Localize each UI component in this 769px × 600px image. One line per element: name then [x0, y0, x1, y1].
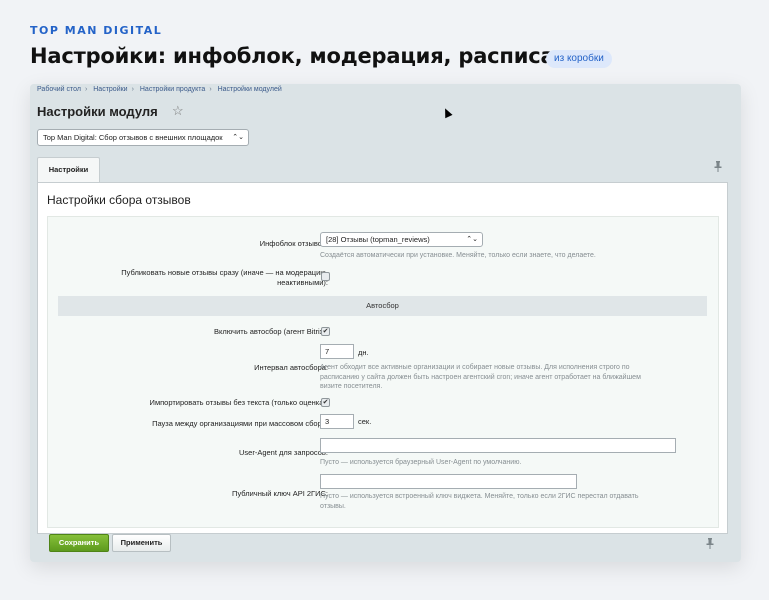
breadcrumb: Рабочий стол › Настройки › Настройки проду… — [37, 86, 286, 93]
pin-icon[interactable] — [714, 161, 722, 175]
autocollect-label: Включить автосбор (агент Bitrix): — [213, 327, 328, 336]
api-key-help-line: Пусто — используется встроенный ключ вид… — [320, 493, 639, 500]
import-no-text-checkbox[interactable]: ✔ — [321, 398, 330, 407]
box-badge: из коробки — [546, 50, 612, 68]
user-agent-input[interactable] — [320, 438, 676, 453]
section-title: Настройки сбора отзывов — [47, 193, 191, 207]
iblock-label: Инфоблок отзывов: — [259, 239, 328, 248]
breadcrumb-item[interactable]: Настройки модулей — [218, 86, 282, 93]
publish-now-checkbox[interactable] — [321, 272, 330, 281]
breadcrumb-item[interactable]: Рабочий стол — [37, 86, 81, 93]
interval-input[interactable]: 7 — [320, 344, 354, 359]
publish-now-label-line: неактивными): — [277, 278, 328, 287]
breadcrumb-separator: › — [209, 86, 212, 93]
interval-help: Агент обходит все активные организации и… — [320, 363, 641, 392]
autocollect-checkbox[interactable]: ✔ — [321, 327, 330, 336]
iblock-select[interactable]: [28] Отзывы (topman_reviews) ⌃⌄ — [320, 232, 483, 247]
interval-unit: дн. — [358, 348, 369, 357]
chevron-updown-icon: ⌃⌄ — [232, 134, 244, 141]
interval-help-line: Агент обходит все активные организации и… — [320, 364, 630, 371]
breadcrumb-item[interactable]: Настройки — [93, 86, 127, 93]
pause-unit: сек. — [358, 417, 372, 426]
interval-help-line: расписанию у сайта должен быть настроен … — [320, 373, 641, 381]
module-select[interactable]: Top Man Digital: Сбор отзывов с внешних … — [37, 129, 249, 146]
api-key-help: Пусто — используется встроенный ключ вид… — [320, 492, 638, 511]
module-select-value: Top Man Digital: Сбор отзывов с внешних … — [43, 133, 223, 142]
breadcrumb-item[interactable]: Настройки продукта — [140, 86, 205, 93]
save-button[interactable]: Сохранить — [49, 534, 109, 552]
iblock-help: Создаётся автоматически при установке. М… — [320, 252, 596, 259]
pause-label: Пауза между организациями при массовом с… — [152, 419, 328, 428]
check-icon: ✔ — [322, 399, 329, 406]
interval-help-line: визите посетителя. — [320, 383, 383, 390]
breadcrumb-separator: › — [84, 86, 88, 93]
star-icon[interactable]: ☆ — [172, 103, 184, 119]
iblock-select-value: [28] Отзывы (topman_reviews) — [326, 235, 430, 244]
module-page-title: Настройки модуля — [37, 104, 158, 119]
tab-settings[interactable]: Настройки — [37, 157, 100, 182]
check-icon: ✔ — [322, 328, 329, 335]
pin-icon[interactable] — [706, 538, 714, 552]
api-key-label: Публичный ключ API 2ГИС: — [232, 489, 328, 498]
api-key-help-line: отзывы. — [320, 502, 346, 510]
chevron-updown-icon: ⌃⌄ — [466, 236, 478, 243]
interval-label: Интервал автосбора: — [254, 363, 328, 372]
breadcrumb-separator: › — [131, 86, 134, 93]
api-key-input[interactable] — [320, 474, 577, 489]
import-no-text-label: Импортировать отзывы без текста (только … — [149, 398, 328, 407]
settings-content: Настройки сбора отзывов Инфоблок отзывов… — [37, 182, 728, 534]
publish-now-label: Публиковать новые отзывы сразу (иначе — … — [121, 268, 328, 288]
apply-button[interactable]: Применить — [112, 534, 171, 552]
pause-input[interactable]: 3 — [320, 414, 354, 429]
settings-form: Инфоблок отзывов: [28] Отзывы (topman_re… — [47, 216, 719, 528]
publish-now-label-line: Публиковать новые отзывы сразу (иначе — … — [121, 268, 328, 277]
admin-screenshot-panel: Рабочий стол › Настройки › Настройки проду… — [30, 84, 741, 562]
user-agent-label: User-Agent для запросов: — [238, 448, 328, 457]
group-header-autocollect: Автосбор — [58, 296, 707, 316]
user-agent-help: Пусто — используется браузерный User-Age… — [320, 459, 522, 466]
brand-label: TOP MAN DIGITAL — [30, 24, 163, 37]
page-headline: Настройки: инфоблок, модерация, расписан… — [30, 44, 598, 68]
